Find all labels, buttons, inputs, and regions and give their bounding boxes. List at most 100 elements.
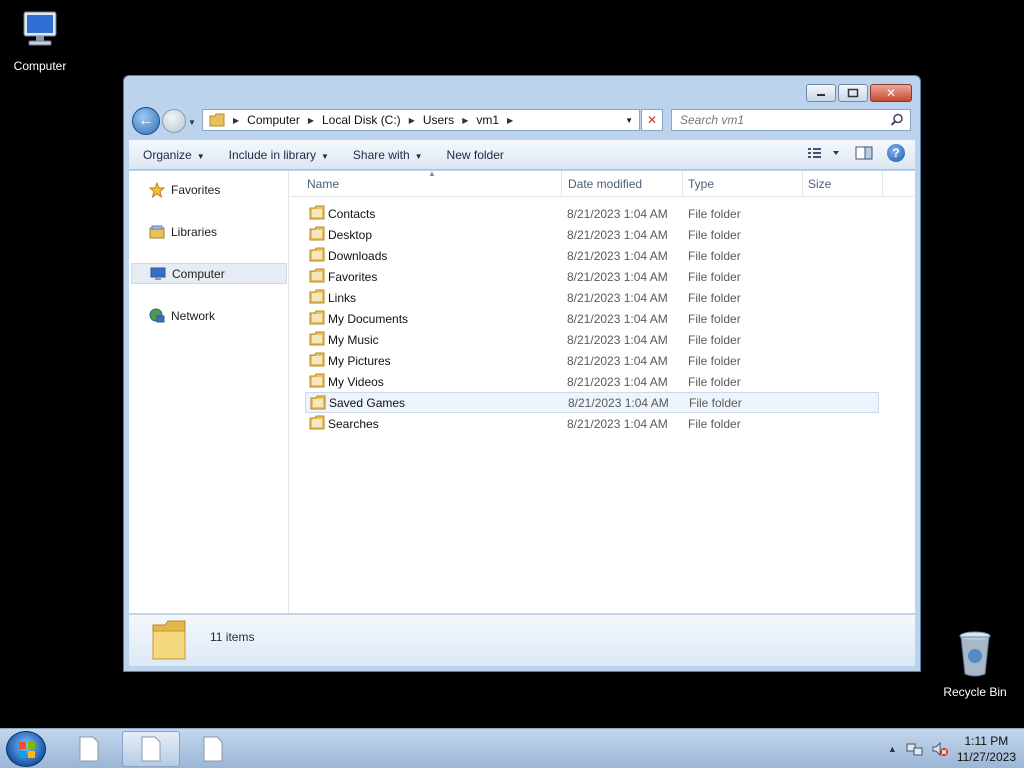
maximize-icon xyxy=(847,88,859,98)
folder-icon xyxy=(309,268,325,283)
nav-item-label: Favorites xyxy=(171,182,221,197)
maximize-button[interactable] xyxy=(838,84,868,102)
organize-label: Organize xyxy=(143,147,192,162)
column-header-date-modified[interactable]: Date modified xyxy=(568,177,642,191)
forward-button[interactable] xyxy=(162,109,186,133)
organize-button[interactable]: Organize ▼ xyxy=(129,148,215,162)
file-row[interactable]: Downloads 8/21/2023 1:04 AM File folder xyxy=(305,245,879,266)
star-icon xyxy=(149,181,165,198)
desktop-icon-computer[interactable]: Computer xyxy=(0,8,80,73)
item-count: 11 items xyxy=(210,630,255,644)
file-date-modified: 8/21/2023 1:04 AM xyxy=(567,290,668,305)
column-header-type[interactable]: Type xyxy=(688,177,714,191)
folder-icon xyxy=(309,205,325,220)
sort-ascending-icon: ▲ xyxy=(428,169,436,178)
file-list: ▲ Name Date modified Type Size Contacts 8… xyxy=(290,169,915,613)
nav-item-network[interactable]: Network xyxy=(131,305,287,326)
folder-icon xyxy=(309,373,325,388)
address-clear-button[interactable]: ✕ xyxy=(641,109,663,131)
file-type: File folder xyxy=(688,332,741,347)
clock[interactable]: 1:11 PM 11/27/2023 xyxy=(957,733,1016,765)
file-type: File folder xyxy=(688,248,741,263)
computer-icon xyxy=(23,11,57,46)
arrow-left-icon: ← xyxy=(138,112,154,129)
start-button[interactable] xyxy=(6,731,46,767)
file-row[interactable]: Contacts 8/21/2023 1:04 AM File folder xyxy=(305,203,879,224)
nav-item-computer[interactable]: Computer xyxy=(131,263,287,284)
help-icon[interactable]: ? xyxy=(887,144,905,162)
column-divider[interactable] xyxy=(882,171,883,197)
recent-pages-dropdown[interactable]: ▼ xyxy=(188,118,196,127)
file-row[interactable]: My Videos 8/21/2023 1:04 AM File folder xyxy=(305,371,879,392)
show-hidden-icons-icon[interactable]: ▲ xyxy=(888,744,897,754)
taskbar-item-active[interactable] xyxy=(122,731,180,767)
share-with-button[interactable]: Share with ▼ xyxy=(339,148,433,162)
column-divider[interactable] xyxy=(682,171,683,197)
file-row[interactable]: Links 8/21/2023 1:04 AM File folder xyxy=(305,287,879,308)
file-date-modified: 8/21/2023 1:04 AM xyxy=(567,416,668,431)
system-tray: ▲ 1:11 PM 11/27/2023 xyxy=(888,733,1016,765)
file-date-modified: 8/21/2023 1:04 AM xyxy=(567,248,668,263)
breadcrumb-separator-icon[interactable]: ▶ xyxy=(308,116,314,125)
network-icon xyxy=(149,308,165,322)
file-row[interactable]: Searches 8/21/2023 1:04 AM File folder xyxy=(305,413,879,434)
file-name: Desktop xyxy=(328,227,373,242)
view-options-icon[interactable] xyxy=(807,146,841,160)
column-divider[interactable] xyxy=(561,171,562,197)
file-type: File folder xyxy=(688,227,741,242)
taskbar-item[interactable] xyxy=(184,731,242,767)
library-icon xyxy=(149,225,165,238)
document-icon xyxy=(203,736,223,762)
volume-muted-icon[interactable] xyxy=(931,741,949,757)
file-type: File folder xyxy=(688,374,741,389)
include-in-library-button[interactable]: Include in library ▼ xyxy=(215,148,339,162)
file-date-modified: 8/21/2023 1:04 AM xyxy=(567,206,668,221)
file-row[interactable]: Saved Games 8/21/2023 1:04 AM File folder xyxy=(305,392,879,413)
column-header-name[interactable]: Name xyxy=(307,177,339,191)
folder-icon xyxy=(309,310,325,325)
include-in-library-label: Include in library xyxy=(228,147,316,162)
file-type: File folder xyxy=(688,311,741,326)
file-date-modified: 8/21/2023 1:04 AM xyxy=(568,395,669,410)
window-controls: ✕ xyxy=(806,84,912,102)
address-bar[interactable]: ▶ Computer ▶ Local Disk (C:) ▶ Users ▶ v… xyxy=(202,109,640,131)
breadcrumb-separator-icon[interactable]: ▶ xyxy=(409,116,415,125)
folder-icon xyxy=(309,226,325,241)
file-row[interactable]: Desktop 8/21/2023 1:04 AM File folder xyxy=(305,224,879,245)
breadcrumb-item[interactable]: Computer xyxy=(247,113,300,127)
taskbar: ▲ 1:11 PM 11/27/2023 xyxy=(0,728,1024,768)
breadcrumb-separator-icon[interactable]: ▶ xyxy=(233,116,239,125)
file-type: File folder xyxy=(688,416,741,431)
search-box[interactable] xyxy=(671,109,911,131)
column-divider[interactable] xyxy=(802,171,803,197)
close-button[interactable]: ✕ xyxy=(870,84,912,102)
back-button[interactable]: ← xyxy=(132,107,160,135)
nav-item-favorites[interactable]: Favorites xyxy=(131,179,287,200)
new-folder-button[interactable]: New folder xyxy=(433,148,514,162)
desktop-icon-recycle-bin[interactable]: Recycle Bin xyxy=(935,630,1015,699)
search-icon[interactable] xyxy=(890,113,904,127)
file-row[interactable]: Favorites 8/21/2023 1:04 AM File folder xyxy=(305,266,879,287)
chevron-down-icon: ▼ xyxy=(414,151,423,161)
folder-icon xyxy=(309,415,325,430)
address-dropdown-icon[interactable]: ▼ xyxy=(625,116,633,125)
minimize-button[interactable] xyxy=(806,84,836,102)
taskbar-item[interactable] xyxy=(60,731,118,767)
breadcrumb-item[interactable]: vm1 xyxy=(476,113,499,127)
breadcrumb-item[interactable]: Users xyxy=(423,113,454,127)
preview-pane-icon[interactable] xyxy=(855,146,873,160)
explorer-window: ✕ ← ▼ ▶ Computer ▶ Local Disk (C:) ▶ Use… xyxy=(123,75,921,672)
search-input[interactable] xyxy=(680,113,880,127)
network-status-icon[interactable] xyxy=(905,741,923,757)
nav-item-libraries[interactable]: Libraries xyxy=(131,221,287,242)
file-row[interactable]: My Music 8/21/2023 1:04 AM File folder xyxy=(305,329,879,350)
file-row[interactable]: My Documents 8/21/2023 1:04 AM File folder xyxy=(305,308,879,329)
breadcrumb-separator-icon[interactable]: ▶ xyxy=(462,116,468,125)
breadcrumb-item[interactable]: Local Disk (C:) xyxy=(322,113,401,127)
breadcrumb-separator-icon[interactable]: ▶ xyxy=(507,116,513,125)
file-type: File folder xyxy=(688,290,741,305)
column-header-size[interactable]: Size xyxy=(808,177,831,191)
details-pane: 11 items xyxy=(129,614,915,666)
file-name: Contacts xyxy=(328,206,376,221)
file-row[interactable]: My Pictures 8/21/2023 1:04 AM File folder xyxy=(305,350,879,371)
